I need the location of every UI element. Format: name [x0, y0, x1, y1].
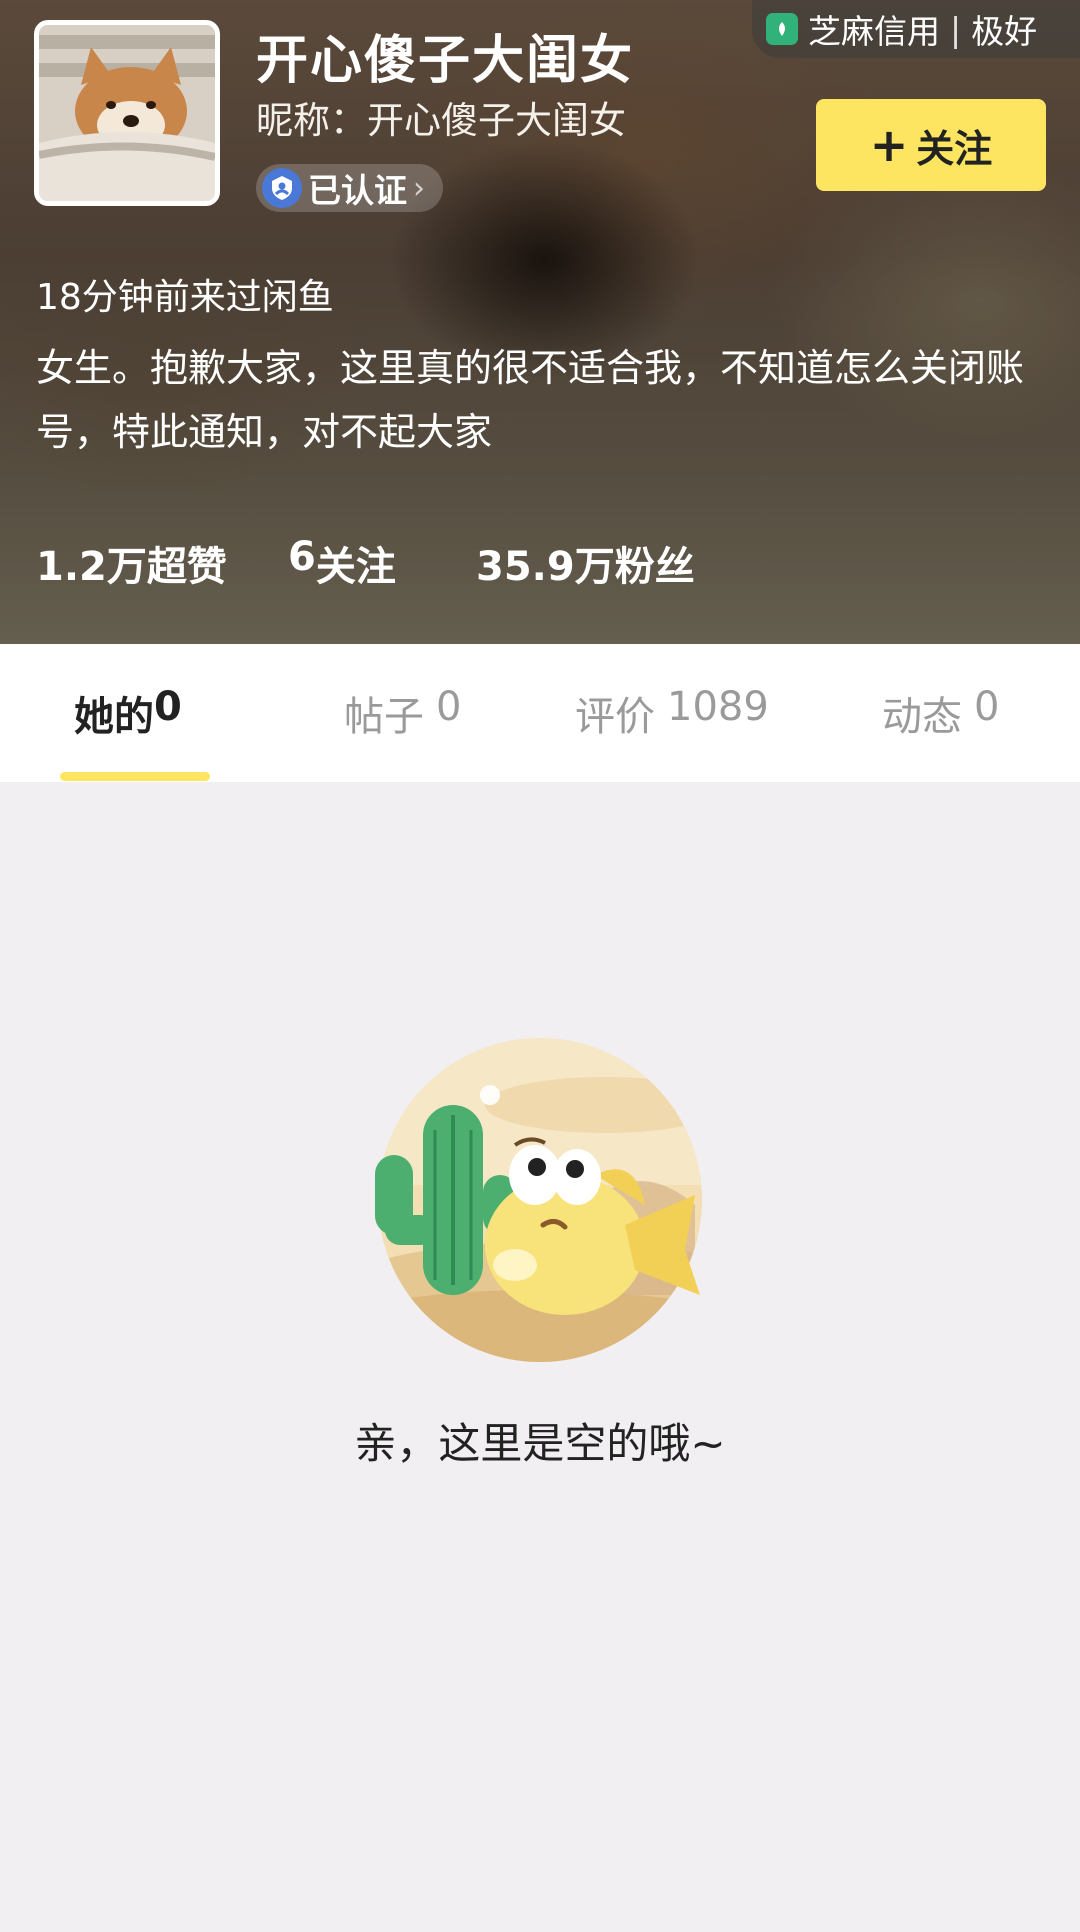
verified-label: 已认证 — [308, 171, 407, 210]
stat-likes[interactable]: 1.2万 超赞 — [36, 534, 288, 592]
tab-label: 帖子 — [344, 694, 424, 740]
tab-label: 评价 — [575, 694, 655, 740]
tab-count: 0 — [436, 684, 462, 730]
shiba-dog-avatar-icon — [39, 25, 215, 201]
profile-tabs: 她的 0 帖子 0 评价 1089 动态 0 — [0, 644, 1080, 782]
following-label: 关注 — [315, 544, 396, 590]
profile-header: 开心傻子大闺女 昵称：开心傻子大闺女 已认证 › 芝麻信用 | 极好 + 关注 … — [0, 0, 1080, 644]
cactus-fish-illustration-icon — [365, 1035, 715, 1365]
username: 开心傻子大闺女 — [256, 31, 635, 91]
nickname: 昵称：开心傻子大闺女 — [256, 90, 626, 144]
shield-user-icon — [262, 168, 302, 208]
likes-value: 1.2万 — [36, 544, 147, 590]
credit-separator: | — [950, 9, 962, 49]
nickname-value: 开心傻子大闺女 — [367, 99, 626, 142]
tab-label: 动态 — [882, 694, 962, 740]
followers-value: 35.9万 — [476, 544, 615, 590]
verified-badge[interactable]: 已认证 › — [256, 164, 443, 212]
follow-label: 关注 — [916, 126, 993, 171]
nickname-label: 昵称： — [256, 99, 367, 142]
chevron-right-icon: › — [413, 170, 425, 206]
stat-followers[interactable]: 35.9万 粉丝 — [476, 534, 695, 592]
credit-rating[interactable]: 芝麻信用 | 极好 — [752, 0, 1080, 58]
last-seen-text: 18分钟前来过闲鱼 — [36, 277, 334, 318]
plus-icon: + — [869, 118, 909, 172]
sesame-credit-icon — [766, 13, 798, 45]
credit-rating-value: 极好 — [971, 12, 1038, 51]
tab-moments[interactable]: 动态 0 — [882, 684, 999, 742]
tab-hers[interactable]: 她的 0 — [74, 684, 182, 742]
tab-label: 她的 — [74, 694, 154, 740]
tab-count: 0 — [974, 684, 1000, 730]
tab-reviews[interactable]: 评价 1089 — [575, 684, 769, 742]
empty-state-message: 亲，这里是空的哦~ — [354, 1419, 726, 1468]
bio-text: 女生。抱歉大家，这里真的很不适合我，不知道怎么关闭账号，特此通知，对不起大家 — [36, 346, 1025, 454]
tab-count: 1089 — [667, 684, 769, 730]
followers-label: 粉丝 — [614, 544, 695, 590]
likes-label: 超赞 — [146, 544, 227, 590]
follow-button[interactable]: + 关注 — [816, 99, 1046, 191]
profile-stats: 1.2万 超赞 6 关注 35.9万 粉丝 — [36, 534, 695, 592]
tab-count: 0 — [154, 684, 182, 730]
stat-following[interactable]: 6 关注 — [288, 534, 476, 592]
active-tab-indicator — [60, 772, 210, 781]
avatar[interactable] — [34, 20, 220, 206]
following-value: 6 — [288, 534, 316, 580]
tab-posts[interactable]: 帖子 0 — [344, 684, 461, 742]
credit-label: 芝麻信用 — [808, 12, 940, 51]
